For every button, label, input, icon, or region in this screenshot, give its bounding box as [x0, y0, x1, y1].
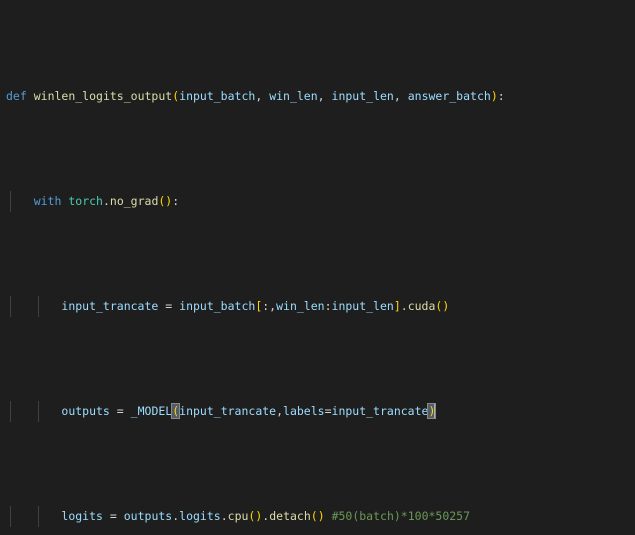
text-cursor [434, 403, 437, 418]
code-line[interactable]: logits = outputs.logits.cpu().detach() #… [0, 506, 635, 527]
indent-guide [38, 506, 39, 527]
indent-guide [10, 401, 11, 422]
code-line[interactable]: def winlen_logits_output(input_batch, wi… [0, 86, 635, 107]
code-line[interactable]: with torch.no_grad(): [0, 191, 635, 212]
indent-guide [10, 191, 11, 212]
code-line-with-cursor[interactable]: outputs = _MODEL(input_trancate,labels=i… [0, 401, 635, 422]
code-text-area[interactable]: def winlen_logits_output(input_batch, wi… [0, 0, 635, 535]
indent-guide [10, 506, 11, 527]
indent-guide [38, 401, 39, 422]
code-line[interactable]: input_trancate = input_batch[:,win_len:i… [0, 296, 635, 317]
indent-guide [38, 296, 39, 317]
indent-guide [10, 296, 11, 317]
code-editor[interactable]: def winlen_logits_output(input_batch, wi… [0, 0, 635, 535]
